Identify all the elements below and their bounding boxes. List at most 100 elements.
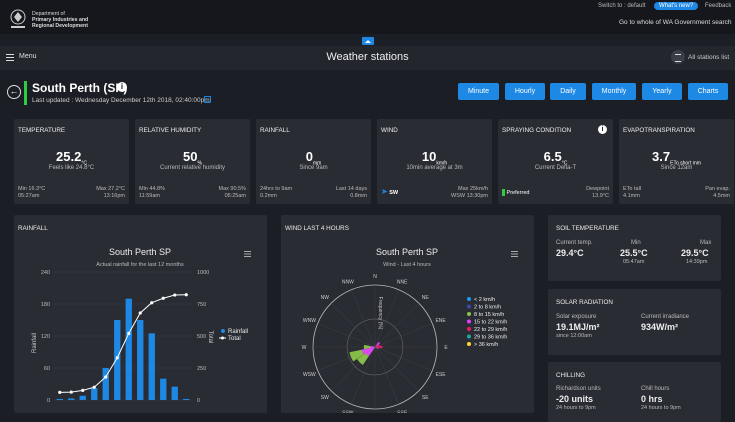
nav-bar: Menu Weather stations All stations list: [0, 46, 735, 70]
compass-label: WSW: [303, 372, 316, 378]
info-icon[interactable]: i: [117, 82, 127, 92]
status-indicator: [502, 189, 505, 197]
humidity-card[interactable]: RELATIVE HUMIDITY 50% Current relative h…: [135, 119, 250, 204]
whats-new-button[interactable]: What's new?: [654, 2, 699, 10]
rainfall-bar: [160, 378, 167, 400]
wind-card[interactable]: WIND 10km/h 10min average at 3m ➤ SW Max…: [377, 119, 492, 204]
rose-spoke: [374, 346, 419, 391]
compass-label: E: [444, 345, 448, 351]
back-arrow-icon[interactable]: ←: [7, 85, 21, 99]
soil-current: 29.4°C: [556, 248, 584, 258]
last-updated: Last updated : Wednesday December 12th 2…: [32, 97, 210, 104]
daily-button[interactable]: Daily: [550, 83, 586, 100]
compass-label: ESE: [436, 372, 447, 378]
soil-temp-card[interactable]: SOIL TEMPERATURE Current temp. 29.4°C Mi…: [548, 215, 721, 281]
spraying-card[interactable]: SPRAYING CONDITION i 6.5°C Current Delta…: [498, 119, 613, 204]
wind-rose-chart[interactable]: South Perth SP Wind - Last 4 hours N NNE N…: [281, 215, 534, 413]
wa-crest-logo: [10, 9, 26, 28]
external-link-icon[interactable]: [204, 96, 211, 103]
solar-irradiance: 934W/m²: [641, 322, 679, 332]
chart-title: South Perth SP: [109, 247, 171, 257]
charts-button[interactable]: Charts: [688, 83, 728, 100]
rain-legend[interactable]: Rainfall Total: [219, 329, 248, 342]
total-point: [161, 296, 165, 300]
humidity-value: 50%: [183, 149, 202, 167]
card-title: SOLAR RADIATION: [556, 299, 613, 306]
rose-spoke: [317, 323, 376, 348]
humidity-min: Min 44.8% 11:59am: [139, 186, 165, 199]
list-icon[interactable]: [671, 50, 685, 64]
soil-min-time: 05:47am: [623, 259, 645, 265]
solar-card[interactable]: SOLAR RADIATION Solar exposure 19.1MJ/m²…: [548, 289, 721, 355]
solar-exposure: 19.1MJ/m²: [556, 322, 600, 332]
minute-button[interactable]: Minute: [458, 83, 499, 100]
wind-value: 10km/h: [421, 149, 448, 167]
humidity-sub: Current relative humidity: [159, 165, 226, 171]
rainfall-bar: [125, 298, 132, 400]
all-stations-link[interactable]: All stations list: [688, 54, 729, 61]
rainfall-bar: [114, 320, 121, 400]
rainfall-card[interactable]: RAINFALL 0mm Since 9am 24hrs to 9am 0.2mm…: [256, 119, 371, 204]
top-header: Department of Primary Industries and Reg…: [0, 0, 735, 34]
legend-marker: [467, 342, 471, 346]
total-point: [92, 385, 96, 389]
feedback-link[interactable]: Feedback: [705, 3, 731, 9]
temperature-card[interactable]: TEMPERATURE 25.2°C Feels like 24.8°C Min…: [14, 119, 129, 204]
chart-menu-icon[interactable]: [511, 251, 518, 257]
y2-axis-label: Total: [207, 331, 213, 344]
y-tick-label: 180: [41, 302, 50, 308]
card-title: WIND: [381, 127, 398, 134]
humidity-max: Max 90.5% 05:25am: [218, 186, 246, 199]
total-point: [58, 390, 62, 394]
evapo-card[interactable]: EVAPOTRANSPIRATION 3.7ETo short mm Since…: [619, 119, 734, 204]
wa-gov-search-link[interactable]: Go to whole of WA Government search: [619, 19, 731, 26]
rainfall-chart[interactable]: South Perth SP Actual rainfall for the l…: [14, 215, 267, 413]
rainfall-sub: Since 9am: [299, 165, 328, 171]
wind-chart-panel: WIND LAST 4 HOURS South Perth SP Wind - …: [281, 215, 534, 413]
chill-label: Chill hours: [641, 386, 670, 392]
legend-marker: [467, 334, 471, 339]
legend-label: 22 to 29 km/h: [474, 327, 507, 333]
temperature-value: 25.2°C: [56, 149, 87, 167]
chilling-card[interactable]: CHILLING Richardson units -20 units 24 h…: [548, 362, 721, 422]
temp-min: Min 16.3°C 05:27am: [18, 186, 46, 199]
navigation-arrow-icon: ➤: [381, 187, 388, 196]
legend-label: 2 to 8 km/h: [474, 305, 501, 311]
pan-evap: Pan evap. 4.5mm: [705, 186, 730, 199]
spray-status: Preferred: [502, 189, 529, 197]
chart-subtitle: Wind - Last 4 hours: [383, 262, 431, 268]
chart-subtitle: Actual rainfall for the last 12 months: [96, 262, 184, 268]
compass-label: NW: [321, 295, 330, 301]
soil-max: 29.5°C: [681, 248, 709, 258]
rose-spoke: [374, 346, 399, 405]
total-point: [69, 390, 73, 394]
total-point: [184, 293, 188, 297]
y-tick-label: 120: [41, 334, 50, 340]
rose-spoke: [351, 289, 376, 348]
legend-label: 29 to 36 km/h: [474, 335, 507, 341]
rainfall-chart-panel: RAINFALL South Perth SP Actual rainfall …: [14, 215, 267, 413]
compass-label: NE: [422, 295, 430, 301]
soil-max-time: 14:39pm: [686, 259, 708, 265]
rainfall-bar: [183, 398, 190, 400]
rainfall-bar: [137, 320, 144, 400]
rain-24h: 24hrs to 9am 0.2mm: [260, 186, 293, 199]
evapo-value: 3.7ETo short mm: [652, 149, 701, 167]
y-tick-label: 60: [44, 366, 50, 372]
max-label: Max: [700, 240, 712, 246]
y2-tick-label: 750: [197, 302, 206, 308]
collapse-header-button[interactable]: [362, 37, 374, 45]
switch-theme-link[interactable]: Switch to : default: [598, 3, 645, 9]
rain-14d: Last 14 days 0.8mm: [335, 186, 367, 199]
dept-line-3: Regional Development: [32, 23, 88, 29]
legend-marker: [467, 319, 471, 324]
rainfall-bar: [68, 398, 75, 400]
page-title: Weather stations: [326, 51, 409, 63]
monthly-button[interactable]: Monthly: [592, 83, 636, 100]
legend-marker: [467, 297, 471, 301]
chart-menu-icon[interactable]: [244, 251, 251, 257]
yearly-button[interactable]: Yearly: [642, 83, 682, 100]
info-icon[interactable]: i: [598, 125, 607, 134]
hourly-button[interactable]: Hourly: [505, 83, 545, 100]
deltat-sub: Current Delta-T: [534, 165, 577, 171]
